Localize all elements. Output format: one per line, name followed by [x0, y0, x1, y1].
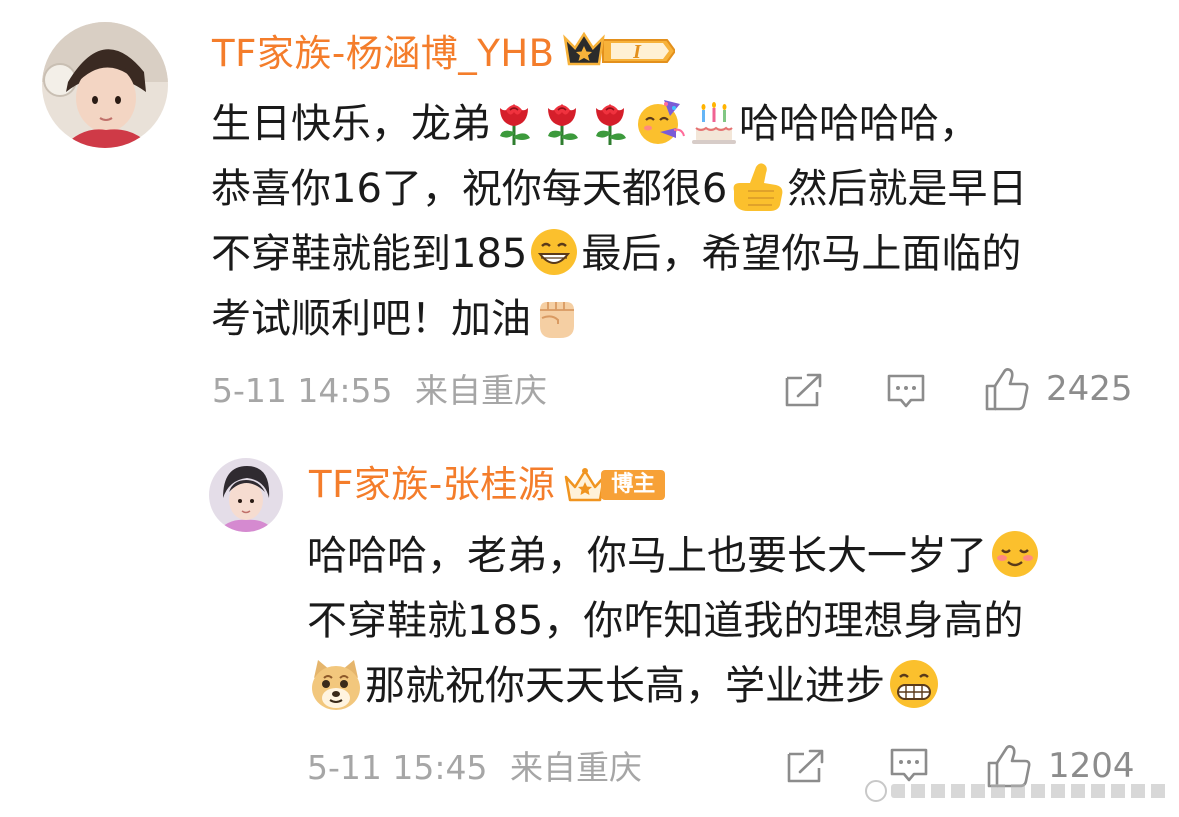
reply-username[interactable]: TF家族-张桂源 — [309, 466, 555, 503]
comment-location: 来自重庆 — [415, 371, 547, 410]
doge-emoji-icon — [308, 656, 364, 712]
comment-line: 生日快乐，龙弟 哈哈哈哈哈， — [211, 92, 1027, 157]
share-button[interactable] — [784, 372, 824, 408]
reply-body: 哈哈哈，老弟，你马上也要长大一岁了 不穿鞋就185，你咋知道我的理想身高的那就祝你… — [307, 524, 1043, 719]
comment-line: 不穿鞋就能到185 最后，希望你马上面临的 — [211, 222, 1027, 287]
comment-icon — [887, 374, 925, 408]
reply-text: 不穿鞋就185，你咋知道我的理想身高的 — [307, 598, 1024, 644]
comment-line: 考试顺利吧！加油 — [211, 287, 1027, 352]
comment-header: TF家族-杨涵博_YHB I — [212, 30, 676, 76]
comment-text: 考试顺利吧！加油 — [211, 296, 531, 342]
reply-line: 那就祝你天天长高，学业进步 — [307, 654, 1043, 719]
rose-emoji-icon — [492, 98, 538, 146]
comment-username[interactable]: TF家族-杨涵博_YHB — [212, 35, 555, 72]
comment-body: 生日快乐，龙弟 哈哈哈哈哈， 恭喜你16了，祝你每天都很6 然后就是早日 不穿鞋就能到1… — [211, 92, 1027, 352]
comment-text: 然后就是早日 — [787, 166, 1028, 212]
like-icon — [985, 368, 1029, 411]
crown-badge-level: I — [632, 41, 642, 63]
comment-text: 不穿鞋就能到185 — [211, 231, 528, 277]
reply-meta: 5-11 15:45 来自重庆 — [307, 751, 642, 784]
reply-reply-button[interactable] — [889, 747, 929, 783]
watermark-logo-icon — [865, 780, 887, 802]
comment-text: 哈哈哈哈哈， — [739, 101, 979, 147]
share-icon — [785, 373, 822, 407]
comment-line: 恭喜你16了，祝你每天都很6 然后就是早日 — [211, 157, 1027, 222]
like-button[interactable]: 2425 — [984, 366, 1133, 412]
reply-text: 那就祝你天天长高，学业进步 — [365, 663, 885, 709]
watermark-text — [891, 784, 1171, 798]
comment-text: 恭喜你16了，祝你每天都很6 — [211, 166, 728, 212]
avatar-yanghanbo[interactable] — [42, 22, 168, 148]
rose-emoji-icon — [588, 98, 634, 146]
reply-line: 哈哈哈，老弟，你马上也要长大一岁了 — [307, 524, 1043, 589]
grimace-emoji-icon — [886, 657, 942, 711]
reply-header: TF家族-张桂源 博主 — [309, 466, 666, 503]
watermark — [865, 779, 1171, 803]
fist-emoji-icon — [532, 292, 580, 342]
crown-badge-icon[interactable]: I — [562, 30, 676, 76]
party-face-emoji-icon — [636, 98, 686, 146]
reply-location: 来自重庆 — [510, 748, 642, 787]
grin-emoji-icon — [528, 226, 580, 278]
reply-timestamp: 5-11 15:45 — [307, 748, 488, 787]
cake-emoji-icon — [688, 98, 738, 146]
reply-text: 哈哈哈，老弟，你马上也要长大一岁了 — [307, 533, 987, 579]
reply-line: 不穿鞋就185，你咋知道我的理想身高的 — [307, 589, 1043, 654]
call-me-hand-emoji-icon — [728, 161, 786, 213]
comment-icon — [890, 748, 928, 782]
blogger-badge: 博主 — [563, 467, 666, 503]
share-icon — [787, 749, 824, 783]
reply-share-button[interactable] — [786, 748, 826, 784]
smiling-blush-emoji-icon — [988, 528, 1042, 580]
comment-text: 最后，希望你马上面临的 — [581, 231, 1022, 277]
blogger-badge-label: 博主 — [601, 469, 666, 500]
avatar-zhangguiyuan[interactable] — [209, 458, 283, 532]
comment-meta: 5-11 14:55 来自重庆 — [212, 374, 547, 407]
comment-timestamp: 5-11 14:55 — [212, 371, 393, 410]
rose-emoji-icon — [540, 98, 586, 146]
like-count: 2425 — [1046, 369, 1133, 409]
comment-text: 生日快乐，龙弟 — [211, 101, 491, 147]
reply-button[interactable] — [886, 373, 926, 409]
reply-like-count: 1204 — [1048, 746, 1135, 786]
